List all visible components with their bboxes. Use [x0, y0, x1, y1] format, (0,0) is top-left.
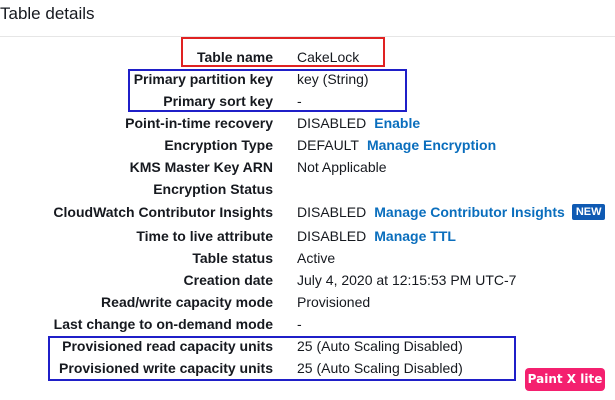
detail-value: DEFAULT Manage Encryption	[297, 134, 496, 156]
detail-value-text: CakeLock	[297, 49, 360, 65]
detail-value: 25 (Auto Scaling Disabled)	[297, 335, 463, 357]
detail-value: DISABLED Enable	[297, 112, 420, 134]
detail-label: CloudWatch Contributor Insights	[53, 204, 273, 220]
detail-value-text: July 4, 2020 at 12:15:53 PM UTC-7	[297, 272, 517, 288]
detail-label: Table name	[197, 49, 273, 65]
detail-label: Point-in-time recovery	[125, 115, 273, 131]
detail-value: -	[297, 90, 302, 112]
manage-encryption-link[interactable]: Manage Encryption	[367, 134, 496, 156]
detail-value-text: DISABLED	[297, 228, 367, 244]
detail-row-partition-key: Primary partition key key (String)	[0, 68, 615, 90]
detail-row-write-capacity: Provisioned write capacity units 25 (Aut…	[0, 357, 615, 379]
detail-row-encryption-type: Encryption Type DEFAULT Manage Encryptio…	[0, 134, 615, 156]
detail-label: Provisioned read capacity units	[62, 338, 273, 354]
detail-value: 25 (Auto Scaling Disabled)	[297, 357, 463, 379]
detail-row-table-status: Table status Active	[0, 247, 615, 269]
manage-contributor-insights-link[interactable]: Manage Contributor Insights	[374, 201, 565, 223]
detail-label: Encryption Status	[153, 181, 273, 197]
detail-row-encryption-status: Encryption Status	[0, 178, 615, 200]
detail-value-text: DISABLED	[297, 115, 367, 131]
detail-value: Active	[297, 247, 335, 269]
detail-label: Last change to on-demand mode	[53, 316, 273, 332]
detail-row-sort-key: Primary sort key -	[0, 90, 615, 112]
detail-value-text: 25 (Auto Scaling Disabled)	[297, 360, 463, 376]
enable-pitr-link[interactable]: Enable	[374, 112, 420, 134]
detail-label: Encryption Type	[164, 137, 273, 153]
detail-value-text: Provisioned	[297, 294, 371, 310]
detail-value-text: key (String)	[297, 71, 369, 87]
detail-label: Table status	[192, 250, 273, 266]
detail-value: DISABLED Manage Contributor Insights NEW	[297, 201, 606, 223]
detail-value: July 4, 2020 at 12:15:53 PM UTC-7	[297, 269, 516, 291]
new-badge: NEW	[571, 204, 606, 220]
detail-value: -	[297, 313, 302, 335]
detail-value: key (String)	[297, 68, 369, 90]
paint-x-lite-watermark: Paint X lite	[525, 368, 605, 391]
detail-label: Creation date	[183, 272, 273, 288]
detail-row-last-on-demand-change: Last change to on-demand mode -	[0, 313, 615, 335]
detail-label: Provisioned write capacity units	[59, 360, 273, 376]
detail-value-text: 25 (Auto Scaling Disabled)	[297, 338, 463, 354]
detail-label: Time to live attribute	[136, 228, 273, 244]
detail-label: Primary sort key	[163, 93, 273, 109]
detail-value: CakeLock	[297, 46, 359, 68]
detail-row-kms-key: KMS Master Key ARN Not Applicable	[0, 156, 615, 178]
detail-row-capacity-mode: Read/write capacity mode Provisioned	[0, 291, 615, 313]
detail-label: Primary partition key	[133, 71, 273, 87]
detail-value-text: -	[297, 316, 302, 332]
detail-row-pitr: Point-in-time recovery DISABLED Enable	[0, 112, 615, 134]
section-title: Table details	[0, 4, 95, 23]
detail-row-contributor-insights: CloudWatch Contributor Insights DISABLED…	[0, 201, 615, 223]
detail-row-creation-date: Creation date July 4, 2020 at 12:15:53 P…	[0, 269, 615, 291]
detail-value-text: -	[297, 93, 302, 109]
detail-value: Not Applicable	[297, 156, 387, 178]
detail-label: KMS Master Key ARN	[129, 159, 273, 175]
manage-ttl-link[interactable]: Manage TTL	[374, 225, 456, 247]
detail-value-text: Active	[297, 250, 336, 266]
detail-value: DISABLED Manage TTL	[297, 225, 456, 247]
detail-value: Provisioned	[297, 291, 370, 313]
section-divider	[0, 36, 615, 37]
detail-row-table-name: Table name CakeLock	[0, 46, 615, 68]
detail-row-ttl: Time to live attribute DISABLED Manage T…	[0, 225, 615, 247]
detail-label: Read/write capacity mode	[101, 294, 273, 310]
detail-value-text: Not Applicable	[297, 159, 387, 175]
detail-value-text: DEFAULT	[297, 137, 359, 153]
detail-row-read-capacity: Provisioned read capacity units 25 (Auto…	[0, 335, 615, 357]
detail-value-text: DISABLED	[297, 204, 367, 220]
